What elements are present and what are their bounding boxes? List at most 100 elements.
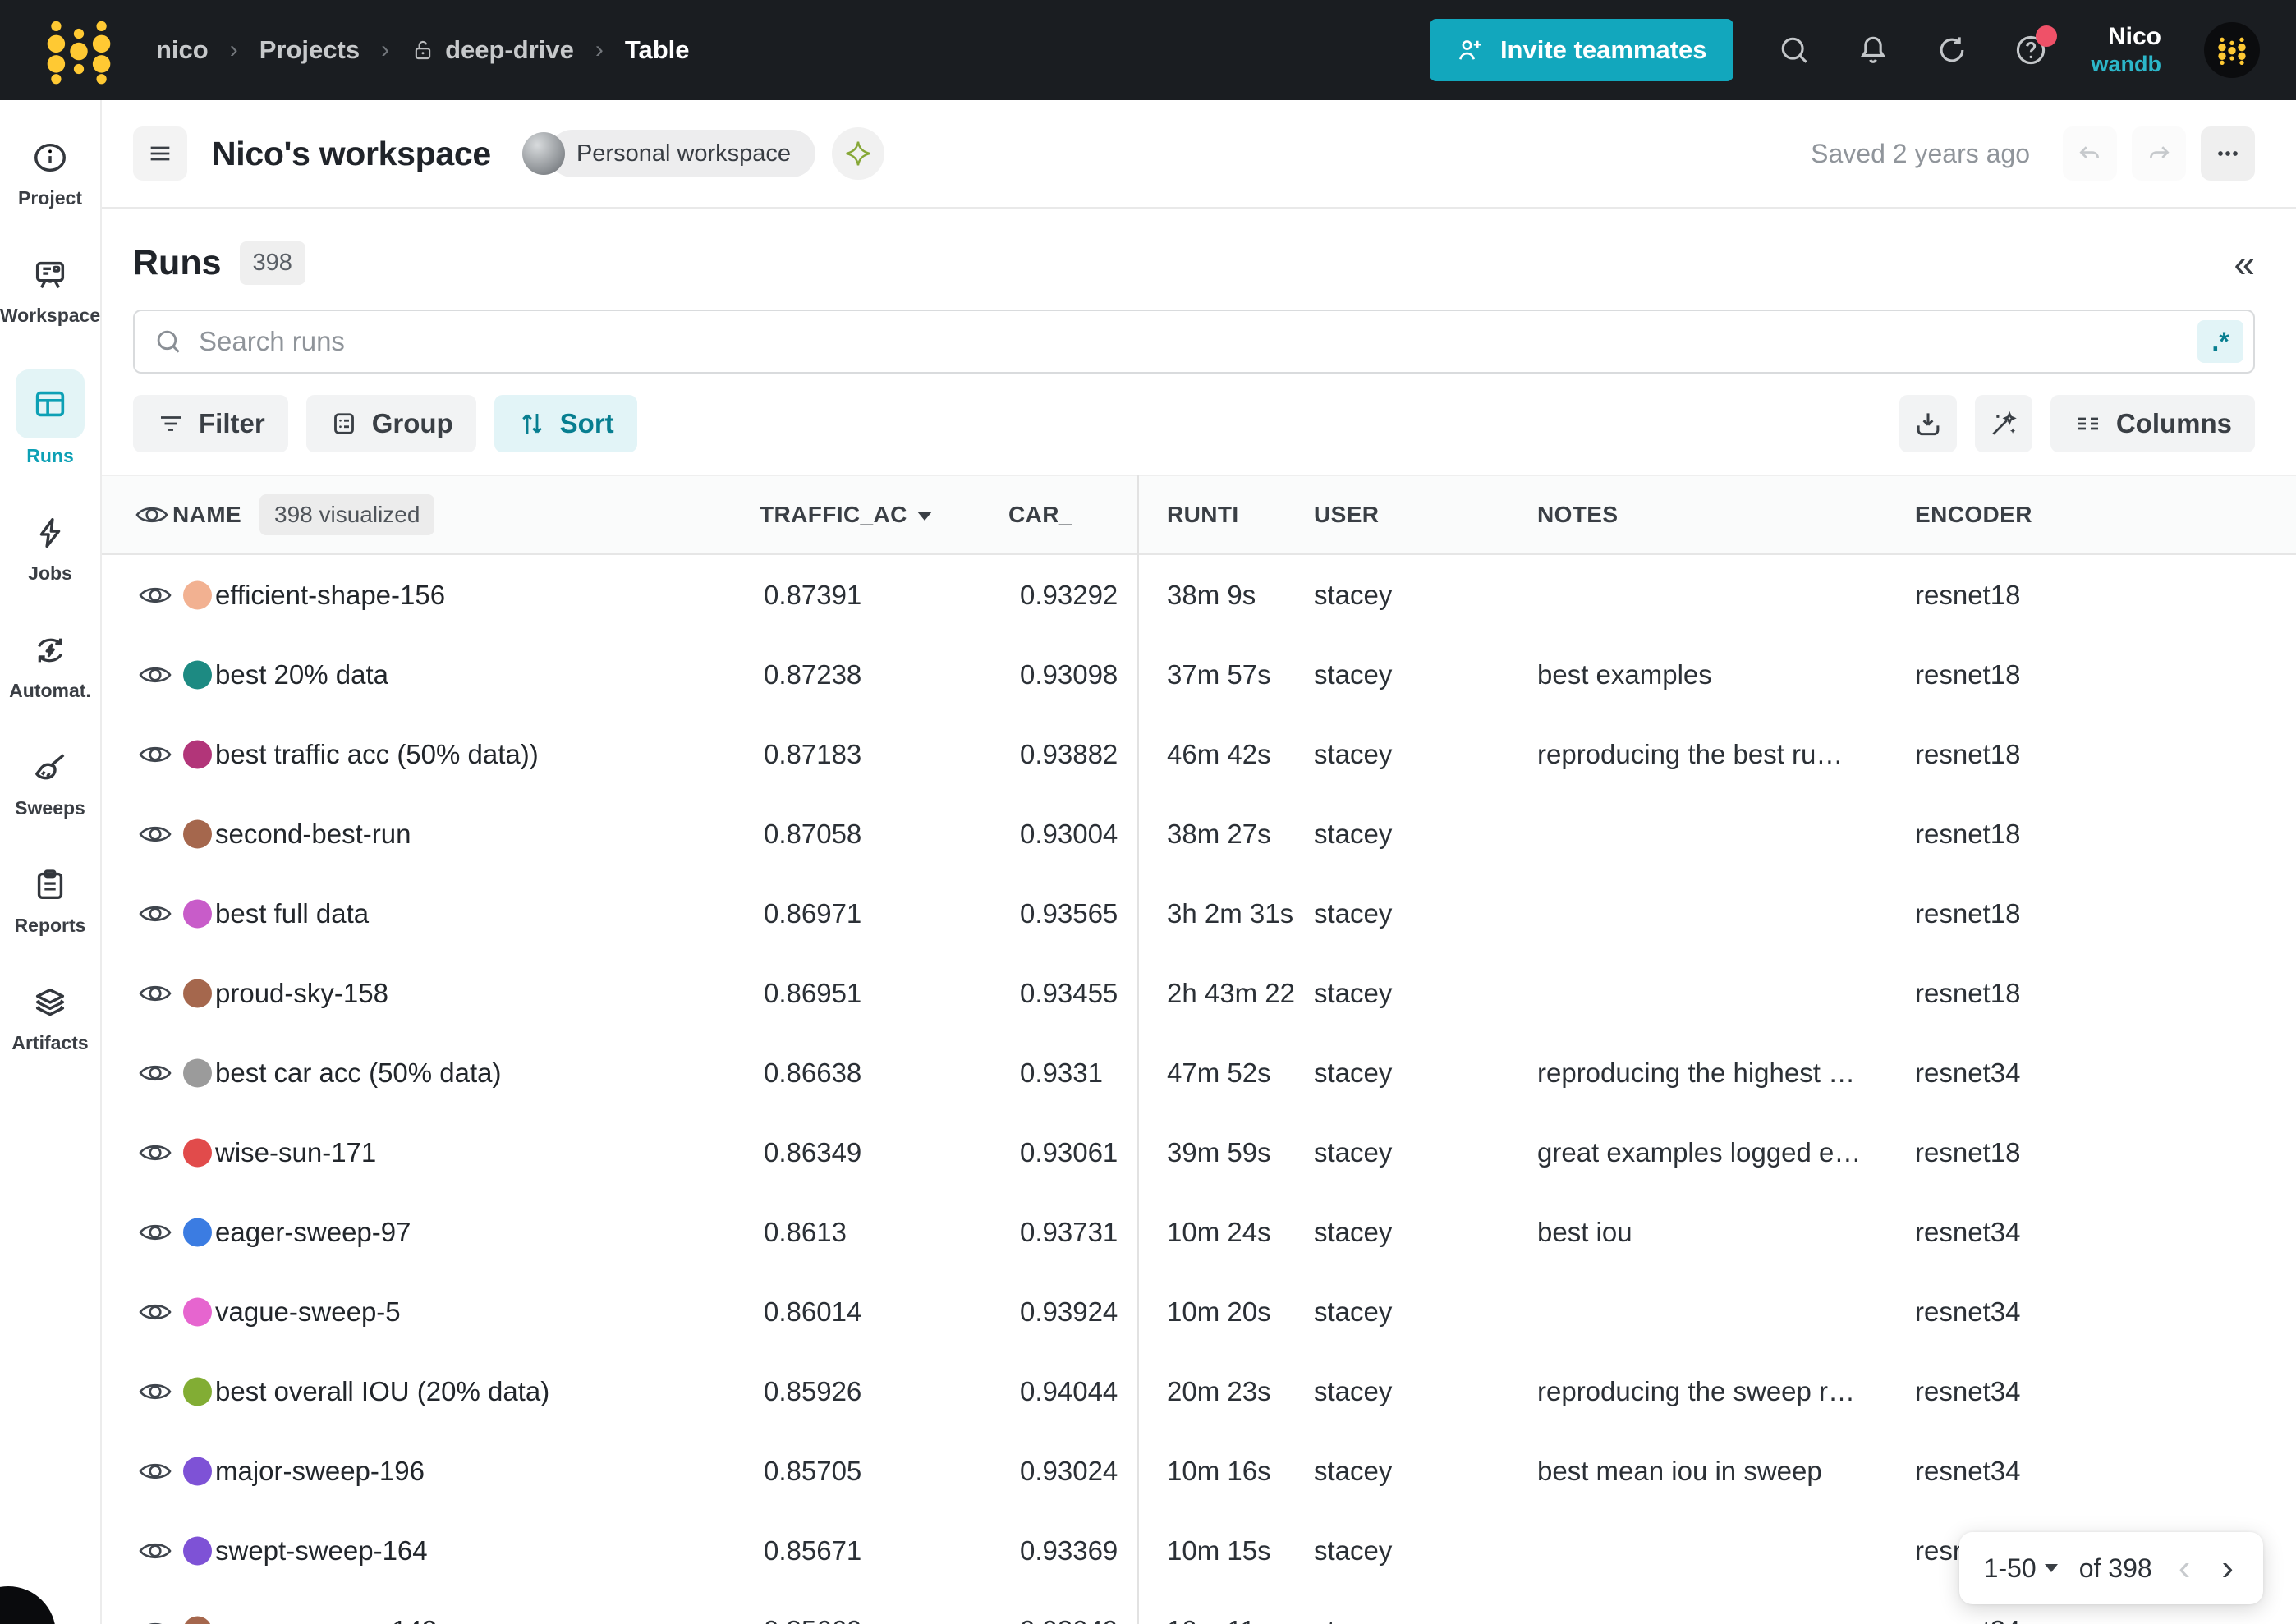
run-visibility-eye-icon[interactable] <box>138 663 172 687</box>
table-row[interactable]: best traffic acc (50% data))0.871830.938… <box>102 714 2296 794</box>
search-runs-input[interactable]: Search runs .* <box>133 310 2255 374</box>
table-row[interactable]: proud-sky-1580.869510.934552h 43m 22stac… <box>102 953 2296 1033</box>
run-color-dot[interactable] <box>183 819 212 848</box>
notes-value[interactable]: reproducing the highest … <box>1537 1057 1855 1089</box>
breadcrumb-item-table[interactable]: Table <box>625 35 690 65</box>
sparkle-button[interactable] <box>832 127 884 180</box>
table-row[interactable]: wise-sun-1710.863490.9306139m 59sstaceyg… <box>102 1112 2296 1192</box>
run-visibility-eye-icon[interactable] <box>138 822 172 846</box>
notes-value[interactable]: reproducing the sweep r… <box>1537 1376 1855 1407</box>
group-button[interactable]: Group <box>306 395 476 452</box>
run-color-dot[interactable] <box>183 1297 212 1326</box>
column-header-notes[interactable]: NOTES <box>1537 502 1618 528</box>
previous-page-button[interactable]: ‹ <box>2174 1548 2196 1589</box>
run-name[interactable]: best car acc (50% data) <box>215 1057 502 1089</box>
magic-wand-button[interactable] <box>1975 395 2032 452</box>
column-header-traffic-acc[interactable]: TRAFFIC_AC <box>760 502 932 528</box>
run-visibility-eye-icon[interactable] <box>138 1300 172 1324</box>
invite-teammates-button[interactable]: Invite teammates <box>1430 19 1733 81</box>
notes-value[interactable]: great examples logged e… <box>1537 1137 1861 1168</box>
run-visibility-eye-icon[interactable] <box>138 742 172 767</box>
help-icon[interactable] <box>2013 32 2049 68</box>
run-name[interactable]: vague-sweep-5 <box>215 1296 401 1328</box>
undo-button[interactable] <box>2063 126 2117 181</box>
run-name[interactable]: major-sweep-196 <box>215 1456 425 1487</box>
page-size-dropdown[interactable]: 1-50 <box>1984 1553 2058 1584</box>
refresh-icon[interactable] <box>1934 32 1970 68</box>
collapse-panel-icon[interactable]: « <box>2234 245 2255 282</box>
columns-button[interactable]: Columns <box>2050 395 2255 452</box>
run-color-dot[interactable] <box>183 979 212 1007</box>
run-visibility-eye-icon[interactable] <box>138 1379 172 1404</box>
sort-button[interactable]: Sort <box>494 395 637 452</box>
notes-value[interactable]: best iou <box>1537 1217 1632 1248</box>
sidebar-item-reports[interactable]: Reports <box>15 862 86 937</box>
workspace-menu-button[interactable] <box>133 126 187 181</box>
sidebar-item-artifacts[interactable]: Artifacts <box>11 979 88 1054</box>
export-download-button[interactable] <box>1899 395 1957 452</box>
breadcrumb-item-projects[interactable]: Projects <box>259 35 360 65</box>
run-visibility-eye-icon[interactable] <box>138 583 172 608</box>
run-color-dot[interactable] <box>183 740 212 768</box>
frozen-column-divider[interactable] <box>1137 475 1139 1624</box>
run-color-dot[interactable] <box>183 1377 212 1406</box>
run-name[interactable]: swept-sweep-164 <box>215 1535 428 1567</box>
run-visibility-eye-icon[interactable] <box>138 1220 172 1245</box>
column-header-runtime[interactable]: RUNTI <box>1167 502 1239 528</box>
run-visibility-eye-icon[interactable] <box>138 901 172 926</box>
sidebar-item-project[interactable]: Project <box>16 135 85 209</box>
run-name[interactable]: efficient-shape-156 <box>215 580 445 611</box>
column-header-car-acc[interactable]: CAR_ <box>1008 502 1072 528</box>
run-visibility-eye-icon[interactable] <box>138 981 172 1006</box>
filter-button[interactable]: Filter <box>133 395 288 452</box>
table-row[interactable]: best full data0.869710.935653h 2m 31ssta… <box>102 874 2296 953</box>
wandb-logo-icon[interactable] <box>36 12 122 88</box>
sidebar-item-automat[interactable]: Automat. <box>9 627 91 702</box>
table-row[interactable]: second-best-run0.870580.9300438m 27sstac… <box>102 794 2296 874</box>
run-visibility-eye-icon[interactable] <box>138 1061 172 1085</box>
search-icon[interactable] <box>1776 32 1812 68</box>
column-header-user[interactable]: USER <box>1314 502 1379 528</box>
notes-value[interactable]: best examples <box>1537 659 1712 690</box>
avatar[interactable] <box>2204 22 2260 78</box>
run-visibility-eye-icon[interactable] <box>138 1539 172 1563</box>
run-color-dot[interactable] <box>183 660 212 689</box>
workspace-badge-group[interactable]: Personal workspace <box>522 130 815 177</box>
run-color-dot[interactable] <box>183 899 212 928</box>
notes-value[interactable]: reproducing the best ru… <box>1537 739 1843 770</box>
run-color-dot[interactable] <box>183 1138 212 1167</box>
run-visibility-eye-icon[interactable] <box>138 1459 172 1484</box>
breadcrumb-item-nico[interactable]: nico <box>156 35 209 65</box>
sidebar-item-workspace[interactable]: Workspace <box>0 252 100 327</box>
next-page-button[interactable]: › <box>2216 1548 2239 1589</box>
run-name[interactable]: proud-sky-158 <box>215 978 388 1009</box>
run-color-dot[interactable] <box>183 1457 212 1485</box>
run-name[interactable]: eager-sweep-97 <box>215 1217 411 1248</box>
redo-button[interactable] <box>2132 126 2186 181</box>
run-name[interactable]: 142 <box>215 1615 437 1624</box>
table-row[interactable]: best car acc (50% data)0.866380.933147m … <box>102 1033 2296 1112</box>
visibility-all-eye-icon[interactable] <box>135 502 169 527</box>
run-name[interactable]: best full data <box>215 898 369 929</box>
table-row[interactable]: efficient-shape-1560.873910.9329238m 9ss… <box>102 555 2296 635</box>
run-name[interactable]: best traffic acc (50% data)) <box>215 739 539 770</box>
user-info[interactable]: Nico wandb <box>2092 23 2162 77</box>
more-options-button[interactable] <box>2201 126 2255 181</box>
run-name[interactable]: best 20% data <box>215 659 388 690</box>
table-row[interactable]: vague-sweep-50.860140.9392410m 20sstacey… <box>102 1272 2296 1351</box>
run-name[interactable]: second-best-run <box>215 819 411 850</box>
notifications-bell-icon[interactable] <box>1855 32 1891 68</box>
sidebar-item-jobs[interactable]: Jobs <box>16 510 85 585</box>
breadcrumb-item-deep-drive[interactable]: deep-drive <box>411 35 574 65</box>
sidebar-item-sweeps[interactable]: Sweeps <box>15 745 85 819</box>
run-color-dot[interactable] <box>183 1616 212 1624</box>
notes-value[interactable]: best mean iou in sweep <box>1537 1456 1822 1487</box>
run-visibility-eye-icon[interactable] <box>138 1618 172 1624</box>
regex-toggle-button[interactable]: .* <box>2197 320 2243 363</box>
run-name[interactable]: wise-sun-171 <box>215 1137 376 1168</box>
column-header-name[interactable]: NAME <box>172 502 241 528</box>
run-color-dot[interactable] <box>183 1218 212 1246</box>
table-row[interactable]: best overall IOU (20% data)0.859260.9404… <box>102 1351 2296 1431</box>
run-color-dot[interactable] <box>183 1058 212 1087</box>
sidebar-item-runs[interactable]: Runs <box>16 369 85 467</box>
